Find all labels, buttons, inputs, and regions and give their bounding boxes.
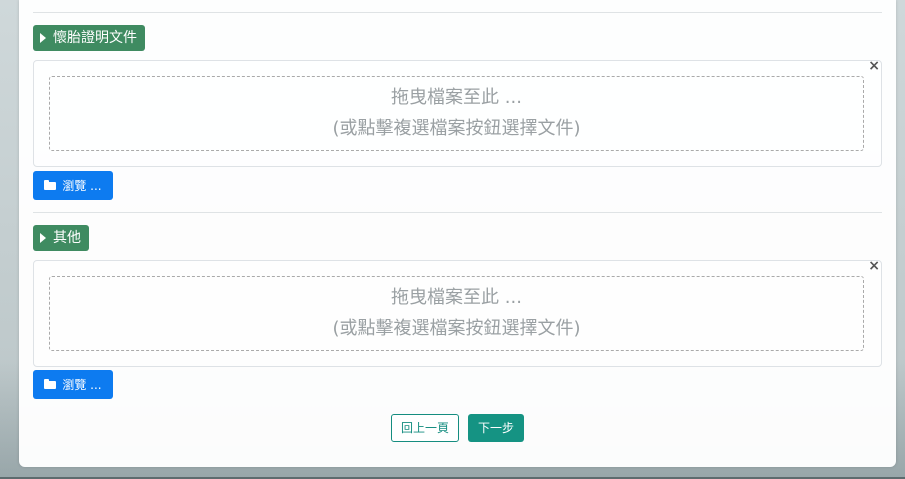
browse-button-label: 瀏覽 ... xyxy=(62,179,102,193)
upload-card: 懷胎證明文件 × 拖曳檔案至此 ... (或點擊複選檔案按鈕選擇文件) 瀏覽 .… xyxy=(19,0,896,467)
section-label-pregnancy-proof: 懷胎證明文件 xyxy=(33,25,145,51)
close-icon[interactable]: × xyxy=(868,59,880,73)
dropzone-drop-area[interactable]: 拖曳檔案至此 ... (或點擊複選檔案按鈕選擇文件) xyxy=(49,76,864,151)
browse-button-other[interactable]: 瀏覽 ... xyxy=(33,370,113,399)
play-icon xyxy=(40,33,46,43)
next-step-button[interactable]: 下一步 xyxy=(468,414,524,442)
dropzone-hint: (或點擊複選檔案按鈕選擇文件) xyxy=(332,318,581,339)
dropzone-title: 拖曳檔案至此 ... xyxy=(391,287,522,308)
file-dropzone-other[interactable]: × 拖曳檔案至此 ... (或點擊複選檔案按鈕選擇文件) xyxy=(33,259,882,367)
section-label-text: 其他 xyxy=(53,230,81,246)
divider-middle xyxy=(33,212,882,213)
dropzone-title: 拖曳檔案至此 ... xyxy=(391,87,522,108)
play-icon xyxy=(40,233,46,243)
dropzone-hint: (或點擊複選檔案按鈕選擇文件) xyxy=(332,118,581,139)
close-icon[interactable]: × xyxy=(868,259,880,273)
folder-icon xyxy=(44,379,57,389)
divider-top xyxy=(33,12,882,13)
dropzone-drop-area[interactable]: 拖曳檔案至此 ... (或點擊複選檔案按鈕選擇文件) xyxy=(49,276,864,351)
section-label-text: 懷胎證明文件 xyxy=(53,30,137,46)
browse-button-label: 瀏覽 ... xyxy=(62,378,102,392)
previous-page-button[interactable]: 回上一頁 xyxy=(391,414,459,442)
file-dropzone-pregnancy-proof[interactable]: × 拖曳檔案至此 ... (或點擊複選檔案按鈕選擇文件) xyxy=(33,59,882,167)
section-label-other: 其他 xyxy=(33,225,89,251)
folder-icon xyxy=(44,180,57,190)
browse-button-pregnancy-proof[interactable]: 瀏覽 ... xyxy=(33,171,113,200)
